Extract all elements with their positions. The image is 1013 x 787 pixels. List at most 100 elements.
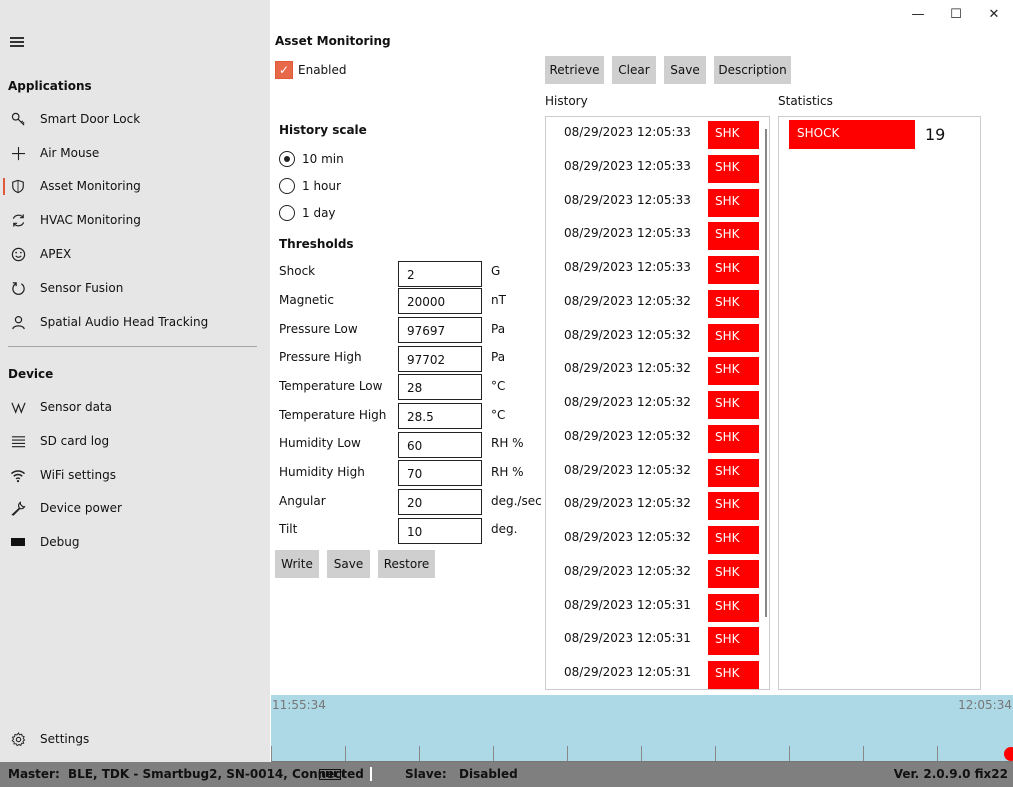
- history-timestamp: 08/29/2023 12:05:32: [564, 564, 691, 578]
- timeline-event-marker[interactable]: [1004, 747, 1013, 761]
- timeline[interactable]: 11:55:34 12:05:34: [271, 695, 1013, 762]
- list-item[interactable]: 08/29/2023 12:05:32 SHK: [546, 421, 769, 455]
- magnetic-input[interactable]: 20000: [398, 288, 482, 314]
- close-button[interactable]: ✕: [975, 0, 1013, 28]
- angular-input[interactable]: 20: [398, 489, 482, 515]
- threshold-label-pressure-low: Pressure Low: [279, 322, 358, 336]
- sidebar-item-sensor-fusion[interactable]: Sensor Fusion: [0, 273, 270, 303]
- timeline-tick: [345, 746, 346, 762]
- enabled-checkbox[interactable]: ✓: [275, 61, 293, 79]
- list-item[interactable]: 08/29/2023 12:05:32 SHK: [546, 320, 769, 354]
- sidebar-item-label: SD card log: [40, 434, 110, 448]
- sidebar-item-hvac-monitoring[interactable]: HVAC Monitoring: [0, 205, 270, 235]
- sidebar-item-smart-door-lock[interactable]: Smart Door Lock: [0, 104, 270, 134]
- list-item[interactable]: 08/29/2023 12:05:32 SHK: [546, 353, 769, 387]
- threshold-unit: deg./sec: [491, 494, 542, 508]
- temperature-low-input[interactable]: 28: [398, 374, 482, 400]
- sidebar-item-settings[interactable]: Settings: [0, 724, 270, 754]
- list-item[interactable]: 08/29/2023 12:05:32 SHK: [546, 488, 769, 522]
- list-item[interactable]: 08/29/2023 12:05:32 SHK: [546, 522, 769, 556]
- sidebar-item-label: HVAC Monitoring: [40, 213, 141, 227]
- radio-10-min[interactable]: [279, 151, 295, 167]
- history-timestamp: 08/29/2023 12:05:31: [564, 598, 691, 612]
- history-tag: SHK: [708, 627, 759, 655]
- list-item[interactable]: 08/29/2023 12:05:31 SHK: [546, 657, 769, 689]
- hamburger-menu-icon[interactable]: [10, 37, 26, 51]
- sidebar-item-air-mouse[interactable]: Air Mouse: [0, 138, 270, 168]
- clear-button[interactable]: Clear: [612, 56, 656, 84]
- threshold-unit: RH %: [491, 436, 524, 450]
- history-tag: SHK: [708, 492, 759, 520]
- timeline-tick: [863, 746, 864, 762]
- history-timestamp: 08/29/2023 12:05:33: [564, 159, 691, 173]
- list-item[interactable]: 08/29/2023 12:05:33 SHK: [546, 117, 769, 151]
- pressure-low-input[interactable]: 97697: [398, 317, 482, 343]
- retrieve-button[interactable]: Retrieve: [545, 56, 604, 84]
- minimize-button[interactable]: —: [899, 0, 937, 28]
- list-item[interactable]: 08/29/2023 12:05:33 SHK: [546, 218, 769, 252]
- threshold-unit: Pa: [491, 350, 506, 364]
- history-tag: SHK: [708, 222, 759, 250]
- sidebar-item-spatial-audio-head-tracking[interactable]: Spatial Audio Head Tracking: [0, 307, 270, 337]
- status-separator: [370, 767, 372, 781]
- sidebar-item-asset-monitoring[interactable]: Asset Monitoring: [0, 171, 270, 201]
- temperature-high-input[interactable]: 28.5: [398, 403, 482, 429]
- history-timestamp: 08/29/2023 12:05:33: [564, 260, 691, 274]
- wave-icon: [10, 399, 26, 415]
- pressure-high-input[interactable]: 97702: [398, 346, 482, 372]
- list-item[interactable]: 08/29/2023 12:05:32 SHK: [546, 387, 769, 421]
- history-tag: SHK: [708, 155, 759, 183]
- sidebar-item-label: Sensor data: [40, 400, 112, 414]
- list-item[interactable]: 08/29/2023 12:05:32 SHK: [546, 556, 769, 590]
- sidebar-item-device-power[interactable]: Device power: [0, 493, 270, 523]
- humidity-high-input[interactable]: 70: [398, 460, 482, 486]
- sidebar-item-apex[interactable]: APEX: [0, 239, 270, 269]
- save-history-button[interactable]: Save: [664, 56, 706, 84]
- history-timestamp: 08/29/2023 12:05:33: [564, 193, 691, 207]
- list-item[interactable]: 08/29/2023 12:05:31 SHK: [546, 623, 769, 657]
- plus-icon: [10, 145, 26, 161]
- threshold-unit: deg.: [491, 522, 518, 536]
- list-item[interactable]: 08/29/2023 12:05:33 SHK: [546, 252, 769, 286]
- threshold-label-temperature-high: Temperature High: [279, 408, 387, 422]
- sidebar-item-wifi-settings[interactable]: WiFi settings: [0, 460, 270, 490]
- sidebar-item-label: Device power: [40, 501, 122, 515]
- threshold-label-angular: Angular: [279, 494, 326, 508]
- sidebar-item-label: Asset Monitoring: [40, 179, 141, 193]
- statistic-count: 19: [925, 125, 946, 144]
- circle-arrow-icon: [10, 280, 26, 296]
- radio-1-day[interactable]: [279, 205, 295, 221]
- sidebar-item-label: Debug: [40, 535, 80, 549]
- history-list[interactable]: 08/29/2023 12:05:33 SHK 08/29/2023 12:05:…: [545, 116, 770, 690]
- tilt-input[interactable]: 10: [398, 518, 482, 544]
- sidebar-item-sd-card-log[interactable]: SD card log: [0, 426, 270, 456]
- description-button[interactable]: Description: [714, 56, 791, 84]
- applications-section-title: Applications: [8, 79, 92, 93]
- history-timestamp: 08/29/2023 12:05:33: [564, 125, 691, 139]
- shock-input[interactable]: 2: [398, 261, 482, 287]
- history-scrollbar[interactable]: [765, 129, 767, 617]
- slave-label: Slave:: [405, 767, 447, 781]
- battery-icon: [319, 769, 344, 780]
- list-item[interactable]: 08/29/2023 12:05:33 SHK: [546, 151, 769, 185]
- history-timestamp: 08/29/2023 12:05:32: [564, 328, 691, 342]
- save-thresholds-button[interactable]: Save: [327, 550, 370, 578]
- restore-button[interactable]: Restore: [378, 550, 435, 578]
- history-timestamp: 08/29/2023 12:05:31: [564, 665, 691, 679]
- humidity-low-input[interactable]: 60: [398, 432, 482, 458]
- statistics-label: Statistics: [778, 94, 833, 108]
- gear-icon: [10, 731, 26, 747]
- sidebar-item-debug[interactable]: Debug: [0, 527, 270, 557]
- list-item[interactable]: 08/29/2023 12:05:32 SHK: [546, 286, 769, 320]
- list-item[interactable]: 08/29/2023 12:05:31 SHK: [546, 590, 769, 624]
- history-timestamp: 08/29/2023 12:05:32: [564, 429, 691, 443]
- list-item[interactable]: 08/29/2023 12:05:32 SHK: [546, 455, 769, 489]
- list-item[interactable]: 08/29/2023 12:05:33 SHK: [546, 185, 769, 219]
- maximize-button[interactable]: ☐: [937, 0, 975, 28]
- radio-1-hour[interactable]: [279, 178, 295, 194]
- threshold-label-pressure-high: Pressure High: [279, 350, 362, 364]
- write-button[interactable]: Write: [275, 550, 319, 578]
- threshold-unit: RH %: [491, 465, 524, 479]
- sidebar-item-sensor-data[interactable]: Sensor data: [0, 392, 270, 422]
- radio-label-1-day: 1 day: [302, 206, 336, 220]
